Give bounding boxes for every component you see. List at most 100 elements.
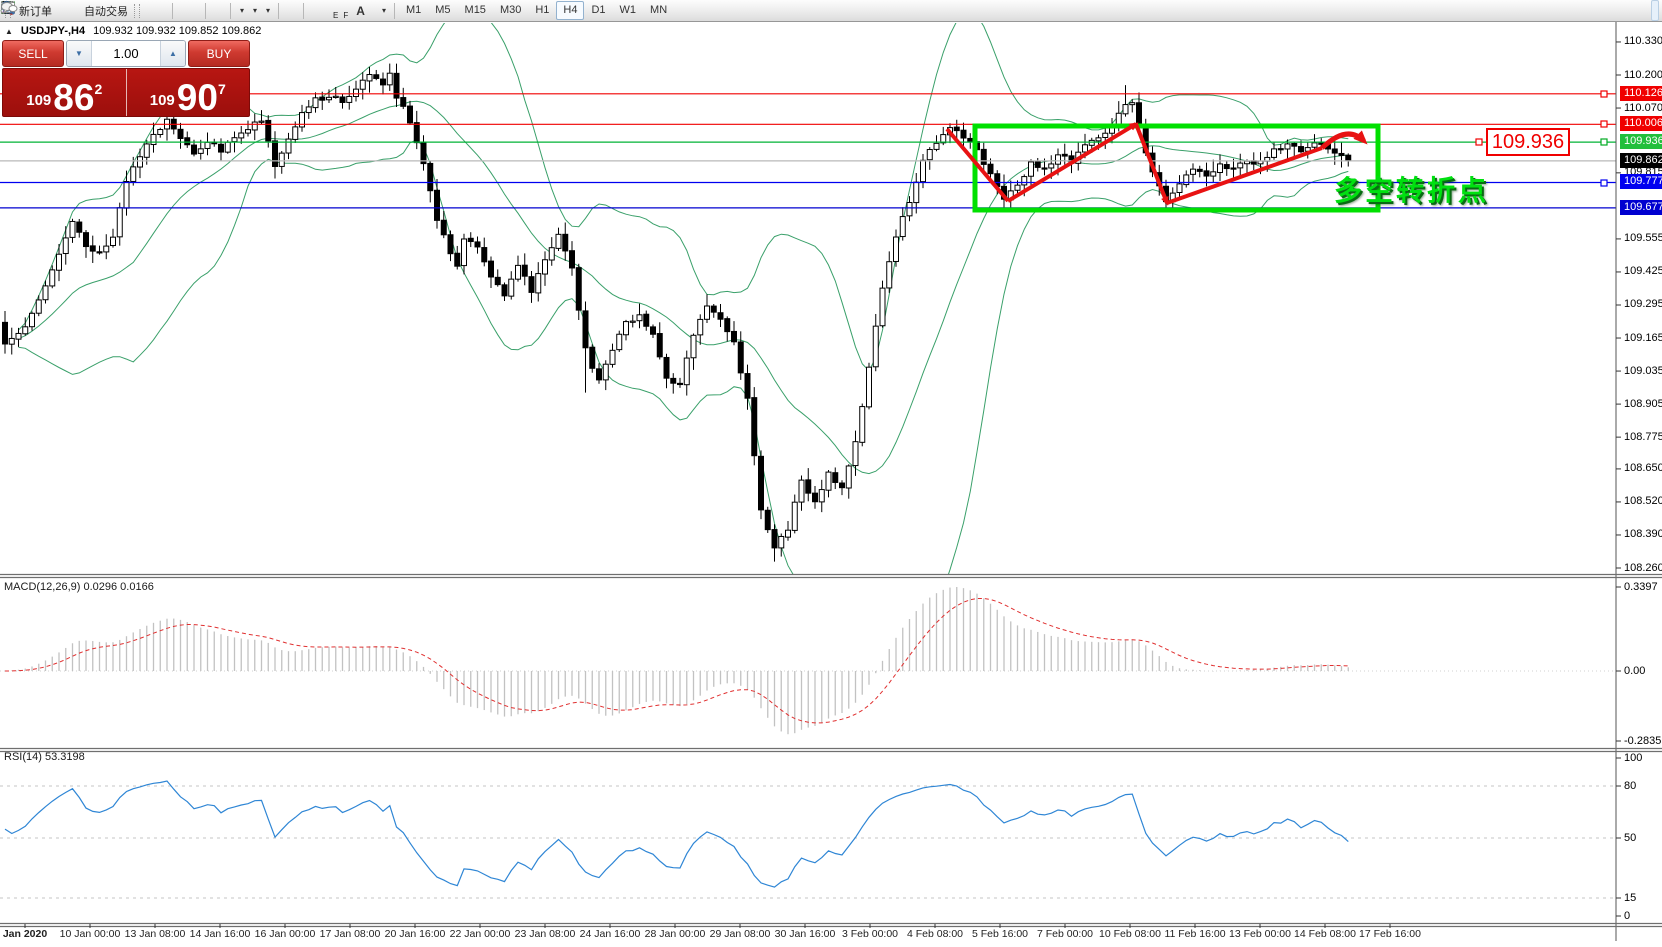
market-watch-button[interactable] [56,0,64,21]
price-tick-label: 108.390 [1624,528,1662,540]
price-tick-label: 109.425 [1624,265,1662,277]
chart-header: ▲ USDJPY-,H4 109.932 109.932 109.852 109… [5,25,261,37]
buy-price-point: 7 [218,81,226,97]
sell-price-pips: 86 [53,83,94,113]
candle-chart-mode-button[interactable] [152,0,160,21]
timeframe-group: M1M5M15M30H1H4D1W1MN [399,1,674,20]
new-order-button[interactable]: 新订单 [15,0,56,21]
timeframe-m15[interactable]: M15 [458,1,493,20]
collapse-panel-icon[interactable]: ▲ [5,27,13,36]
auto-scroll-button[interactable] [210,0,218,21]
macd-indicator-label: MACD(12,26,9) 0.0296 0.0166 [4,581,154,593]
price-tick-label: 108.650 [1624,462,1662,474]
volume-down-button[interactable]: ▼ [67,41,92,66]
price-tick-label: 109.295 [1624,298,1662,310]
tile-windows-button[interactable] [193,0,201,21]
toolbar-grip[interactable] [134,4,140,18]
price-tick-label: 108.260 [1624,562,1662,574]
chat-button[interactable] [1651,0,1659,21]
price-tick-label: 109.035 [1624,365,1662,377]
timeframe-w1[interactable]: W1 [613,1,644,20]
timeframe-d1[interactable]: D1 [584,1,612,20]
buy-price-display[interactable]: 109 90 7 [127,69,250,116]
mt4-terminal: { "glyphs":{"caret":"▾","up":"▲","down":… [0,0,1662,947]
sell-price-point: 2 [94,81,102,97]
timeframe-h4[interactable]: H4 [556,1,584,20]
price-tick-label: 110.200 [1624,69,1662,81]
line-handle[interactable] [1601,180,1607,186]
line-handle[interactable] [1601,139,1607,145]
channel-letter: E [333,12,338,20]
timeframe-m1[interactable]: M1 [399,1,428,20]
price-tick-label: 109.165 [1624,332,1662,344]
new-order-label: 新订单 [19,3,52,19]
price-tick-label: 110.330 [1624,35,1662,47]
zoom-out-button[interactable] [185,0,193,21]
time-axis-label: 17 Feb 16:00 [1350,928,1430,940]
price-line-badge: 110.126 [1620,86,1662,101]
channel-tool-button[interactable]: E [332,0,342,21]
rsi-tick-label: 100 [1624,752,1642,764]
arrows-tool-button[interactable]: ▾ [377,0,390,21]
buy-button[interactable]: BUY [188,40,250,67]
fibonacci-letter: F [343,12,348,20]
fibonacci-tool-button[interactable]: F [342,0,352,21]
strategy-button[interactable] [72,0,80,21]
price-line-badge: 109.936 [1620,134,1662,149]
chart-shift-button[interactable] [218,0,226,21]
sell-price-display[interactable]: 109 86 2 [3,69,127,116]
macd-tick-label: 0.00 [1624,665,1645,677]
caret-icon: ▾ [382,6,386,15]
chat-icon [0,0,18,16]
one-click-trading-panel: SELL ▼ 1.00 ▲ BUY 109 86 2 109 90 7 [2,40,250,117]
turning-point-annotation[interactable]: 多空转折点 [1334,169,1489,209]
price-tick-label: 108.775 [1624,431,1662,443]
horizontal-line-tool-button[interactable] [316,0,324,21]
top-toolbar: 新订单 自动交易 ▾ ▾ [0,0,1662,22]
line-chart-mode-button[interactable] [160,0,168,21]
vertical-line-tool-button[interactable] [308,0,316,21]
timeframe-mn[interactable]: MN [643,1,674,20]
auto-trading-button[interactable]: 自动交易 [80,0,132,21]
volume-up-button[interactable]: ▲ [160,41,185,66]
timeframe-h1[interactable]: H1 [528,1,556,20]
text-tool-letter: A [356,4,365,18]
indicators-button[interactable]: ▾ [235,0,248,21]
price-tick-label: 108.905 [1624,398,1662,410]
zoom-in-button[interactable] [177,0,185,21]
line-handle[interactable] [1601,121,1607,127]
volume-input[interactable]: 1.00 [92,41,160,66]
search-button[interactable] [1643,0,1651,21]
cursor-tool-button[interactable] [283,0,291,21]
templates-button[interactable]: ▾ [261,0,274,21]
caret-icon: ▾ [240,6,244,15]
terminal-button[interactable] [64,0,72,21]
volume-stepper: ▼ 1.00 ▲ [66,40,186,67]
rsi-indicator-label: RSI(14) 53.3198 [4,751,85,763]
line-handle[interactable] [1476,139,1482,145]
chart-symbol-period: USDJPY-,H4 [21,25,85,37]
caret-icon: ▾ [253,6,257,15]
rsi-tick-label: 80 [1624,780,1636,792]
timeframe-m30[interactable]: M30 [493,1,528,20]
price-tick-label: 110.070 [1624,102,1662,114]
price-line-badge: 110.006 [1620,116,1662,131]
price-tick-label: 109.555 [1624,232,1662,244]
bar-chart-mode-button[interactable] [144,0,152,21]
periods-button[interactable]: ▾ [248,0,261,21]
text-tool-button[interactable]: A [352,0,369,21]
sell-button[interactable]: SELL [2,40,64,67]
chart-ohlc-values: 109.932 109.932 109.852 109.862 [93,25,261,37]
caret-icon: ▾ [266,6,270,15]
trendline-tool-button[interactable] [324,0,332,21]
rsi-tick-label: 0 [1624,910,1630,922]
line-handle[interactable] [1601,91,1607,97]
price-line-badge: 109.677 [1620,200,1662,215]
price-tick-label: 108.520 [1624,495,1662,507]
text-label-tool-button[interactable] [369,0,377,21]
sell-price-figure: 109 [26,92,51,109]
price-annotation-box[interactable]: 109.936 [1486,128,1570,156]
crosshair-tool-button[interactable] [291,0,299,21]
timeframe-m5[interactable]: M5 [428,1,457,20]
macd-tick-label: 0.3397 [1624,581,1658,593]
